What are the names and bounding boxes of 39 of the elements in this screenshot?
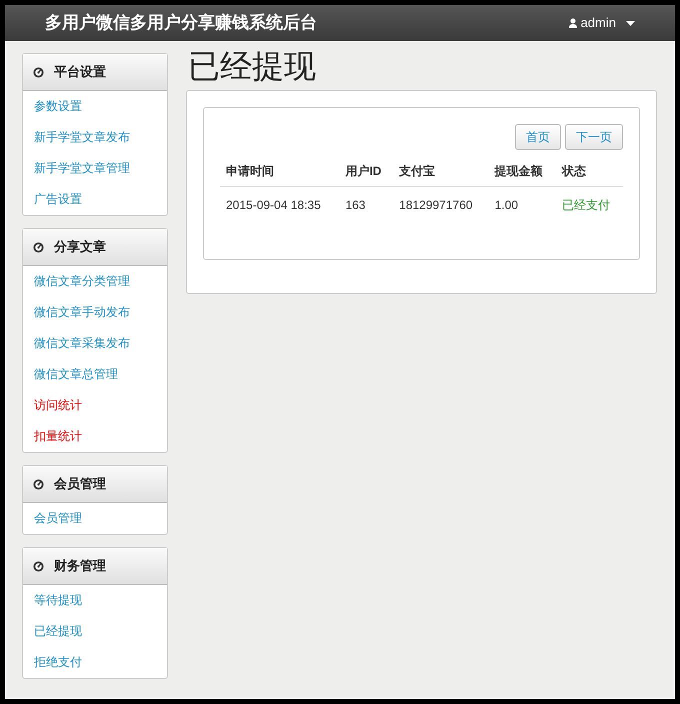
menu-link[interactable]: 微信文章分类管理 [23, 266, 167, 297]
page-title: 已经提现 [188, 49, 317, 84]
menu-link[interactable]: 访问统计 [23, 390, 167, 421]
menu-link[interactable]: 已经提现 [23, 616, 167, 647]
menu-link[interactable]: 微信文章总管理 [23, 359, 167, 390]
column-header: 申请时间 [220, 156, 340, 187]
column-header: 用户ID [339, 156, 394, 187]
status-cell: 已经支付 [556, 186, 623, 224]
table-cell: 163 [339, 186, 394, 224]
table-cell: 18129971760 [393, 186, 489, 224]
menu-link[interactable]: 等待提现 [23, 585, 167, 616]
menu-link[interactable]: 微信文章采集发布 [23, 328, 167, 359]
pager-button[interactable]: 下一页 [565, 124, 623, 150]
menu-link[interactable]: 广告设置 [23, 184, 167, 215]
column-header: 支付宝 [393, 156, 489, 187]
column-header: 提现金额 [488, 156, 556, 187]
user-menu[interactable]: admin [562, 12, 641, 34]
caret-icon [626, 20, 635, 26]
dashboard-icon [33, 478, 44, 490]
panel-title: 分享文章 [54, 238, 106, 256]
dashboard-icon [33, 560, 44, 572]
panel-title: 平台设置 [54, 63, 106, 82]
column-header: 状态 [556, 156, 623, 187]
dashboard-icon [33, 66, 44, 78]
table-cell: 2015-09-04 18:35 [220, 186, 340, 224]
dashboard-icon [33, 242, 44, 252]
menu-link[interactable]: 会员管理 [23, 503, 167, 534]
user-icon [568, 18, 577, 28]
pager-button[interactable]: 首页 [515, 124, 561, 150]
app-title: 多用户微信多用户分享赚钱系统后台 [45, 12, 317, 34]
panel-title: 财务管理 [54, 557, 106, 576]
menu-link[interactable]: 新手学堂文章管理 [23, 153, 167, 184]
menu-link[interactable]: 微信文章手动发布 [23, 297, 167, 328]
panel-title: 会员管理 [54, 475, 106, 494]
table-cell: 1.00 [488, 186, 556, 224]
menu-link[interactable]: 扣量统计 [23, 421, 167, 452]
menu-link[interactable]: 参数设置 [23, 91, 167, 122]
menu-link[interactable]: 新手学堂文章发布 [23, 122, 167, 153]
menu-link[interactable]: 拒绝支付 [23, 647, 167, 678]
